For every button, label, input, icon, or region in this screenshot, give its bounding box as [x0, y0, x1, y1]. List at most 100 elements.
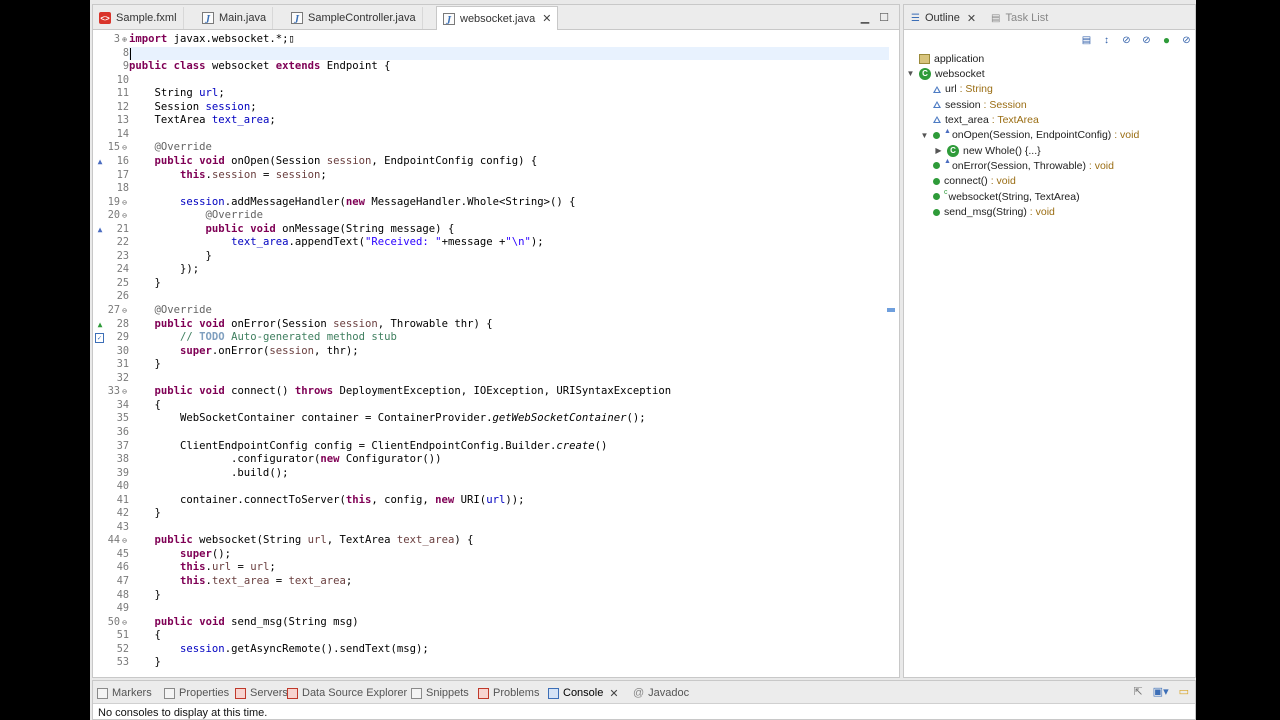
tab-samplecontroller-java[interactable]: J SampleController.java	[285, 7, 423, 29]
code-line[interactable]: }	[129, 250, 212, 264]
hide-nonpublic-icon[interactable]: ●	[1160, 34, 1173, 47]
outline-item[interactable]: c websocket(String, TextArea)	[920, 189, 1080, 204]
tab-sample-fxml[interactable]: <> Sample.fxml	[93, 7, 184, 29]
collapse-fold-icon[interactable]: ⊖	[120, 304, 129, 318]
code-line[interactable]: {	[129, 399, 161, 413]
code-line[interactable]: super();	[129, 548, 231, 562]
new-console-icon[interactable]: ▭	[1179, 685, 1189, 698]
sort-icon[interactable]: ↕	[1100, 34, 1113, 47]
code-line[interactable]: this.url = url;	[129, 561, 276, 575]
hide-fields-icon[interactable]: ⊘	[1120, 34, 1133, 47]
outline-item-type: : void	[987, 175, 1016, 188]
code-line[interactable]: session.getAsyncRemote().sendText(msg);	[129, 643, 429, 657]
code-line[interactable]: ClientEndpointConfig config = ClientEndp…	[129, 440, 607, 454]
code-line[interactable]: String url;	[129, 87, 225, 101]
maximize-icon[interactable]: ☐	[877, 11, 891, 25]
expand-fold-icon[interactable]: ⊕	[120, 33, 129, 47]
tab-problems[interactable]: Problems	[478, 684, 539, 702]
code-line[interactable]: @Override	[129, 209, 263, 223]
tab-data-source-explorer[interactable]: Data Source Explorer	[287, 684, 407, 702]
line-number: 45	[116, 548, 129, 560]
code-area[interactable]: 3 ⊕ import javax.websocket.*;▯ 8 9 public cla…	[93, 33, 899, 673]
code-line[interactable]: public websocket(String url, TextArea te…	[129, 534, 474, 548]
collapsed-arrow-icon[interactable]: ▶	[934, 146, 943, 155]
collapse-fold-icon[interactable]: ⊖	[120, 196, 129, 210]
collapse-fold-icon[interactable]: ⊖	[120, 141, 129, 155]
code-line[interactable]: import javax.websocket.*;▯	[129, 33, 295, 47]
outline-item[interactable]: application	[906, 51, 984, 66]
hide-static-icon[interactable]: ⊘	[1140, 34, 1153, 47]
code-line[interactable]: Session session;	[129, 101, 257, 115]
tab-outline[interactable]: ☰ Outline ✕	[906, 7, 981, 29]
overview-ruler-mark[interactable]	[887, 308, 895, 312]
code-line[interactable]: }	[129, 507, 161, 521]
hide-local-types-icon[interactable]: ⊘	[1180, 34, 1193, 47]
pin-console-icon[interactable]: ⇱	[1133, 685, 1142, 698]
tab-markers[interactable]: Markers	[97, 684, 152, 702]
collapse-fold-icon[interactable]: ⊖	[120, 209, 129, 223]
outline-item[interactable]: session : Session	[920, 97, 1027, 112]
code-line[interactable]: public class websocket extends Endpoint …	[129, 60, 391, 74]
code-line[interactable]: this.session = session;	[129, 169, 327, 183]
tab-websocket-java[interactable]: J websocket.java ✕	[436, 6, 559, 30]
code-line[interactable]: TextArea text_area;	[129, 114, 276, 128]
override-marker-icon[interactable]: ▲	[95, 155, 105, 169]
outline-item[interactable]: ▲ onError(Session, Throwable) : void	[920, 158, 1114, 173]
code-line[interactable]: }	[129, 277, 161, 291]
code-line[interactable]: container.connectToServer(this, config, …	[129, 494, 524, 508]
code-line[interactable]: session.addMessageHandler(new MessageHan…	[129, 196, 575, 210]
code-line[interactable]: }	[129, 358, 161, 372]
code-line[interactable]: @Override	[129, 141, 212, 155]
outline-item[interactable]: send_msg(String) : void	[920, 205, 1055, 220]
code-line[interactable]: });	[129, 263, 199, 277]
code-line[interactable]: }	[129, 589, 161, 603]
code-line[interactable]: text_area.appendText("Received: "+messag…	[129, 236, 544, 250]
close-icon[interactable]: ✕	[609, 687, 618, 700]
code-line[interactable]: super.onError(session, thr);	[129, 345, 359, 359]
tab-snippets[interactable]: Snippets	[411, 684, 469, 702]
code-line[interactable]: this.text_area = text_area;	[129, 575, 352, 589]
code-line[interactable]: public void onMessage(String message) {	[129, 223, 455, 237]
code-line[interactable]: public void send_msg(String msg)	[129, 616, 359, 630]
outline-item-type: : void	[1085, 159, 1114, 172]
tab-servers[interactable]: Servers	[235, 684, 288, 702]
task-marker-icon[interactable]: ✓	[95, 333, 104, 344]
outline-item[interactable]: ▼ Cwebsocket	[906, 66, 985, 81]
code-line[interactable]: .configurator(new Configurator())	[129, 453, 442, 467]
outline-item[interactable]: connect() : void	[920, 174, 1016, 189]
minimize-icon[interactable]: ▁	[858, 11, 872, 25]
close-icon[interactable]: ✕	[967, 12, 976, 25]
method-icon	[933, 177, 940, 185]
constructor-badge-icon: c	[944, 189, 948, 197]
code-line[interactable]: public void connect() throws DeploymentE…	[129, 385, 672, 399]
code-line[interactable]: WebSocketContainer container = Container…	[129, 412, 646, 426]
close-icon[interactable]: ✕	[542, 12, 551, 25]
override-marker-icon[interactable]: ▲	[95, 223, 105, 237]
collapse-fold-icon[interactable]: ⊖	[120, 616, 129, 630]
code-line[interactable]: .build();	[129, 467, 288, 481]
tab-task-list[interactable]: ▤ Task List	[986, 7, 1053, 29]
code-line[interactable]: // TODO Auto-generated method stub	[129, 331, 397, 345]
implement-marker-icon[interactable]: ▲	[95, 318, 105, 332]
code-line[interactable]: }	[129, 656, 161, 670]
collapse-all-icon[interactable]: ▤	[1080, 34, 1093, 47]
tab-main-java[interactable]: J Main.java	[196, 7, 274, 29]
outline-item[interactable]: text_area : TextArea	[920, 112, 1039, 127]
outline-item[interactable]: ▼ ▲ onOpen(Session, EndpointConfig) : void	[920, 128, 1140, 143]
line-number: 23	[116, 250, 129, 262]
expanded-arrow-icon[interactable]: ▼	[920, 131, 929, 140]
tab-properties[interactable]: Properties	[164, 684, 229, 702]
tab-javadoc[interactable]: @ Javadoc	[633, 684, 689, 702]
outline-item-name: url	[945, 83, 957, 96]
expanded-arrow-icon[interactable]: ▼	[906, 69, 915, 78]
collapse-fold-icon[interactable]: ⊖	[120, 385, 129, 399]
tab-console[interactable]: Console ✕	[548, 684, 619, 702]
code-line[interactable]: public void onError(Session session, Thr…	[129, 318, 493, 332]
outline-item[interactable]: url : String	[920, 82, 993, 97]
code-line[interactable]: {	[129, 629, 161, 643]
collapse-fold-icon[interactable]: ⊖	[120, 534, 129, 548]
code-line[interactable]: @Override	[129, 304, 212, 318]
display-console-icon[interactable]: ▣▾	[1153, 685, 1169, 698]
code-line[interactable]: public void onOpen(Session session, Endp…	[129, 155, 538, 169]
outline-item[interactable]: ▶ Cnew Whole() {...}	[934, 143, 1041, 158]
